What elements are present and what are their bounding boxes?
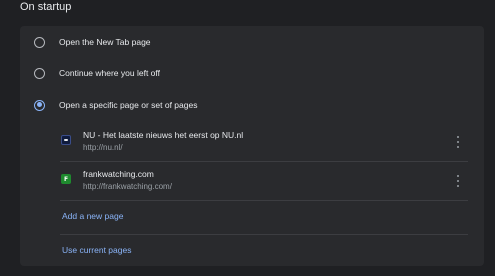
page-title: frankwatching.com — [83, 169, 154, 179]
option-label: Open a specific page or set of pages — [59, 100, 198, 110]
radio-new-tab[interactable] — [34, 36, 45, 48]
page-url: http://nu.nl/ — [83, 143, 123, 152]
option-specific-pages[interactable]: Open a specific page or set of pages — [20, 89, 484, 121]
radio-continue[interactable] — [34, 67, 45, 79]
option-new-tab[interactable]: Open the New Tab page — [20, 26, 484, 58]
option-label: Open the New Tab page — [59, 37, 151, 47]
divider — [60, 200, 468, 201]
page-title: NU - Het laatste nieuws het eerst op NU.… — [83, 130, 244, 140]
option-continue[interactable]: Continue where you left off — [20, 57, 484, 89]
divider — [60, 161, 468, 162]
nu-favicon-icon — [61, 135, 71, 145]
radio-specific-pages[interactable] — [34, 99, 45, 111]
more-actions-icon[interactable] — [455, 136, 461, 148]
startup-page-row: NU - Het laatste nieuws het eerst op NU.… — [60, 126, 468, 158]
option-label: Continue where you left off — [59, 68, 160, 78]
use-current-pages-link[interactable]: Use current pages — [62, 245, 131, 255]
startup-settings-card: Open the New Tab page Continue where you… — [20, 26, 484, 266]
add-new-page-link[interactable]: Add a new page — [62, 211, 123, 221]
section-title: On startup — [20, 1, 72, 13]
page-url: http://frankwatching.com/ — [83, 182, 172, 191]
more-actions-icon[interactable] — [455, 175, 461, 187]
frankwatching-favicon-icon: F — [61, 174, 71, 184]
divider — [60, 234, 468, 235]
startup-page-row: F frankwatching.com http://frankwatching… — [60, 165, 468, 197]
